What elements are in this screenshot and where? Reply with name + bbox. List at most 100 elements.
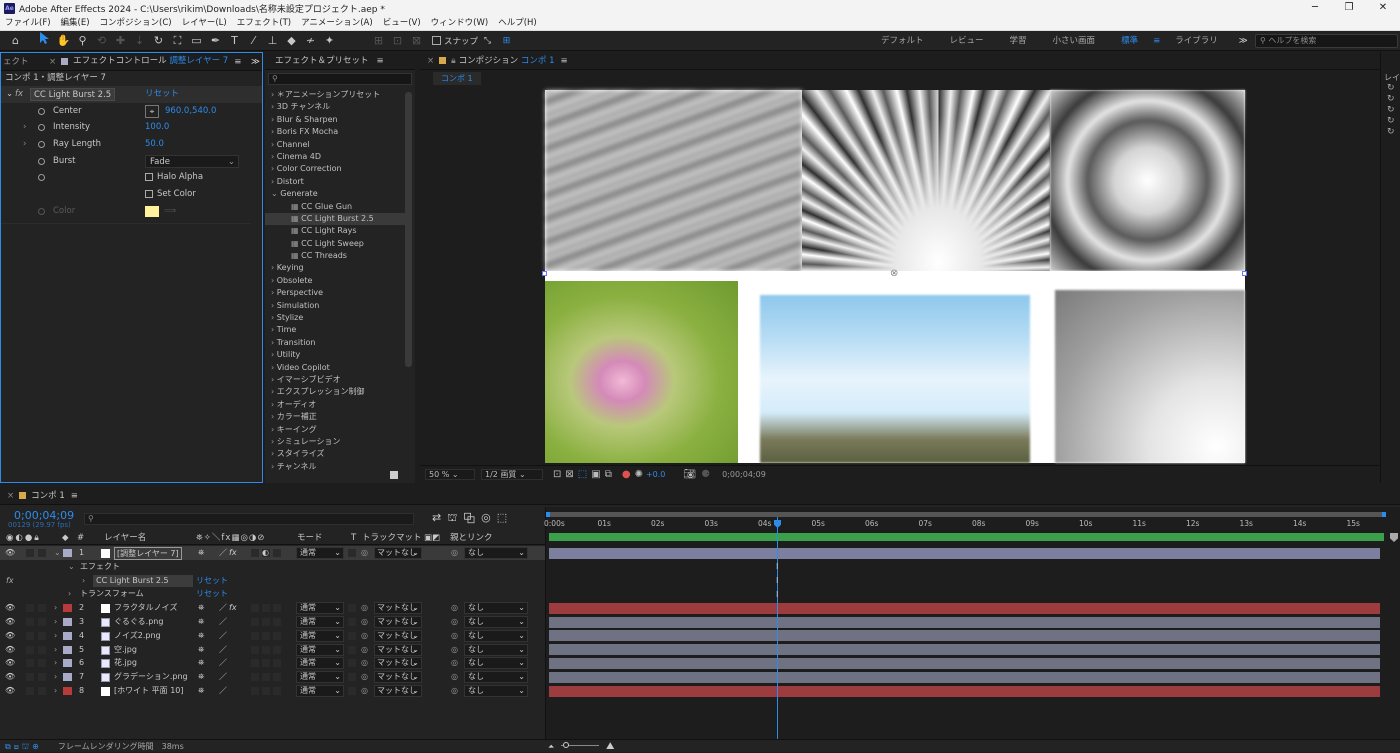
comp-subtab[interactable]: コンポ 1 xyxy=(433,72,481,85)
menu-view[interactable]: ビュー(V) xyxy=(383,16,421,31)
effect-reset-link[interactable]: リセット xyxy=(145,86,179,103)
transform-row[interactable]: › トランスフォーム リセット xyxy=(0,587,545,601)
layer-label-color[interactable] xyxy=(63,673,72,682)
quality-icon[interactable]: ／ xyxy=(219,601,227,615)
quality-icon[interactable]: ／ xyxy=(219,546,227,560)
panel-menu-icon[interactable]: ≡ xyxy=(234,53,241,70)
matte-pickwhip-icon[interactable]: ◎ xyxy=(361,615,368,629)
menu-effect[interactable]: エフェクト(T) xyxy=(237,16,291,31)
layer-duration-bar[interactable] xyxy=(549,657,1380,669)
parent-select[interactable]: なし ⌄ xyxy=(464,616,528,628)
preserve-transparency-toggle[interactable] xyxy=(348,549,356,557)
composition-tab[interactable]: コンポジション コンポ 1 xyxy=(459,52,555,69)
matte-pickwhip-icon[interactable]: ◎ xyxy=(361,629,368,643)
layer-duration-bar[interactable] xyxy=(549,602,1380,614)
visibility-eye-icon[interactable]: 👁︎ xyxy=(5,670,15,684)
type-tool-icon[interactable]: T xyxy=(225,31,244,51)
anchor-tool-icon[interactable]: ⛶ xyxy=(168,31,187,51)
shy-icon[interactable]: ⛯ xyxy=(198,615,204,629)
effects-presets-tab[interactable]: エフェクト＆プリセット xyxy=(275,52,369,69)
comp-marker-icon[interactable] xyxy=(1390,533,1398,542)
workspace-review[interactable]: レビュー xyxy=(937,31,997,51)
axis-world-icon[interactable]: ⊡ xyxy=(388,31,407,51)
switch-box[interactable] xyxy=(262,659,270,668)
guides-icon[interactable]: ▣ xyxy=(591,469,600,480)
panel-menu-icon[interactable]: ≡ xyxy=(71,487,78,504)
effect-category[interactable]: › Obsolete xyxy=(265,275,405,287)
workspace-libraries[interactable]: ライブラリ xyxy=(1162,31,1231,51)
matte-pickwhip-icon[interactable]: ◎ xyxy=(361,546,368,560)
layer-name[interactable]: フラクタルノイズ xyxy=(114,601,177,615)
matte-pickwhip-icon[interactable]: ◎ xyxy=(361,643,368,657)
home-icon[interactable]: ⌂ xyxy=(6,31,25,51)
matte-pickwhip-icon[interactable]: ◎ xyxy=(361,684,368,698)
chevron-right-icon[interactable]: › xyxy=(54,684,57,698)
switch-box[interactable] xyxy=(273,673,281,682)
switch-box[interactable] xyxy=(262,673,270,682)
show-snapshot-icon[interactable]: ⚈ xyxy=(701,469,710,480)
trackmatte-select[interactable]: マットなし ⌄ xyxy=(374,657,422,670)
effect-category[interactable]: › Simulation xyxy=(265,300,405,312)
switch-box[interactable] xyxy=(273,645,281,654)
region-of-interest-icon[interactable]: ⊡ xyxy=(553,469,561,480)
menu-layer[interactable]: レイヤー(L) xyxy=(182,16,227,31)
layer-name[interactable]: [調整レイヤー 7] xyxy=(114,547,182,560)
fx-icon[interactable]: fx xyxy=(6,574,14,588)
color-swatch[interactable] xyxy=(145,205,159,217)
matte-pickwhip-icon[interactable]: ◎ xyxy=(361,601,368,615)
switch-box[interactable] xyxy=(273,631,281,640)
layer-label-color[interactable] xyxy=(63,631,72,640)
snap-guides-icon[interactable]: ⊞ xyxy=(497,31,516,51)
visibility-eye-icon[interactable]: 👁︎ xyxy=(5,684,15,698)
layer-row[interactable]: 👁︎ › 4 ノイズ2.png ⛯ ／通常 ⌄ ◎ マットなし ⌄ ◎ なし ⌄ xyxy=(0,629,545,643)
axis-view-icon[interactable]: ⊠ xyxy=(407,31,426,51)
effect-category[interactable]: › Perspective xyxy=(265,287,405,299)
effect-category[interactable]: › エクスプレッション制御 xyxy=(265,386,405,398)
layer-search-input[interactable]: ⚲ xyxy=(84,513,414,525)
effect-category[interactable]: › 3D チャンネル xyxy=(265,101,405,113)
effect-collapse-icon[interactable]: ⌄ xyxy=(6,86,13,103)
switch-box[interactable] xyxy=(262,618,270,626)
effect-category[interactable]: › Blur & Sharpen xyxy=(265,114,405,126)
fx-icon[interactable]: fx xyxy=(15,86,23,103)
parent-select[interactable]: なし ⌄ xyxy=(464,657,528,670)
layer-name[interactable]: ノイズ2.png xyxy=(114,629,161,643)
switch-box[interactable] xyxy=(251,618,259,626)
dolly-tool-icon[interactable]: ⇣ xyxy=(130,31,149,51)
audio-toggle[interactable] xyxy=(26,645,34,654)
parent-header[interactable]: 親とリンク xyxy=(450,532,493,545)
effect-item-row[interactable]: fx › CC Light Burst 2.5 リセット xyxy=(0,574,545,588)
layer-row[interactable]: 👁︎ › 7 グラデーション.png ⛯ ／通常 ⌄ ◎ マットなし ⌄ ◎ なし ⌄ xyxy=(0,670,545,684)
layer-duration-bar[interactable] xyxy=(549,547,1380,559)
trackmatte-select[interactable]: マットなし ⌄ xyxy=(374,671,422,684)
effect-item[interactable]: ▦ CC Light Rays xyxy=(265,225,405,237)
parent-select[interactable]: なし ⌄ xyxy=(464,602,528,615)
switch-box[interactable] xyxy=(273,687,281,695)
quality-icon[interactable]: ／ xyxy=(219,629,227,643)
stopwatch-icon[interactable] xyxy=(38,141,45,149)
switch-box[interactable] xyxy=(273,659,281,668)
view-options-icon[interactable]: ⧉ xyxy=(605,469,612,480)
workspace-standard[interactable]: 標準 xyxy=(1108,31,1151,51)
effect-category[interactable]: › チャンネル xyxy=(265,461,405,473)
visibility-eye-icon[interactable]: 👁︎ xyxy=(5,656,15,670)
switch-box[interactable] xyxy=(273,618,281,626)
menu-help[interactable]: ヘルプ(H) xyxy=(498,16,537,31)
layer-name[interactable]: グラデーション.png xyxy=(114,670,188,684)
menu-animation[interactable]: アニメーション(A) xyxy=(301,16,373,31)
trackmatte-select[interactable]: マットなし ⌄ xyxy=(374,616,422,628)
snap-checkbox[interactable] xyxy=(432,36,441,45)
roto-brush-icon[interactable]: ≁ xyxy=(301,31,320,51)
visibility-eye-icon[interactable]: 👁︎ xyxy=(5,643,15,657)
expand-arrow-icon[interactable]: › xyxy=(23,136,26,153)
effect-category[interactable]: › Utility xyxy=(265,349,405,361)
chevron-right-icon[interactable]: › xyxy=(82,574,85,588)
parent-select[interactable]: なし ⌄ xyxy=(464,629,528,642)
layer-label-color[interactable] xyxy=(63,604,72,613)
clone-stamp-icon[interactable]: ⊥ xyxy=(263,31,282,51)
solo-toggle[interactable] xyxy=(38,604,46,613)
menu-edit[interactable]: 編集(E) xyxy=(61,16,90,31)
time-ruler[interactable]: 0:00s 01s 02s 03s 04s 05s 06s 07s 08s 09s 10s 11s 12… xyxy=(544,517,1386,533)
chevron-down-icon[interactable]: ⌄ xyxy=(68,560,75,574)
exposure-value[interactable]: +0.0 xyxy=(646,470,665,479)
